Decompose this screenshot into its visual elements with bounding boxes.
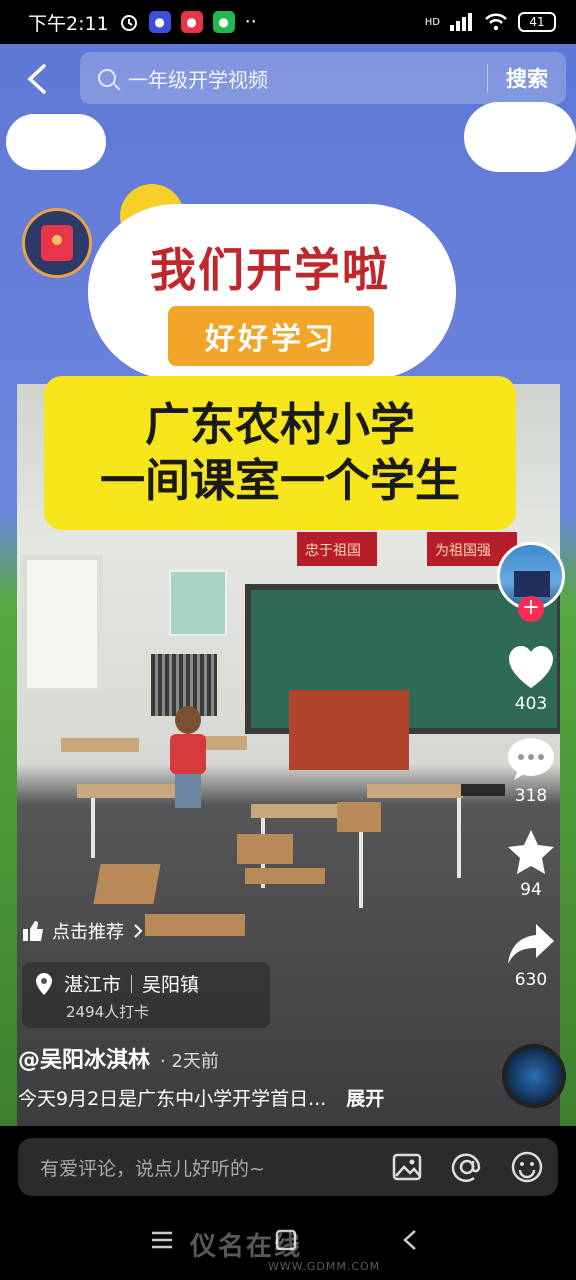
like-count: 403 xyxy=(514,694,548,714)
search-bar[interactable]: 一年级开学视频 搜索 xyxy=(80,52,566,104)
student-figure xyxy=(165,706,209,826)
comment-button[interactable]: 318 xyxy=(506,736,556,806)
search-button[interactable]: 搜索 xyxy=(488,63,566,93)
location-separator xyxy=(131,974,133,993)
caption-row: 今天9月2日是广东中小学开学首日... 展开 xyxy=(18,1084,384,1111)
cloud-decoration xyxy=(464,102,576,172)
caption-text: 今天9月2日是广东中小学开学首日... xyxy=(18,1088,327,1110)
action-rail: + 403 318 94 630 xyxy=(496,542,566,990)
share-button[interactable]: 630 xyxy=(506,922,556,990)
status-time: 下午2:11 xyxy=(28,12,109,35)
comment-placeholder: 有爱评论，说点儿好听的~ xyxy=(40,1157,265,1180)
wall-banner-left: 忠于祖国 xyxy=(297,532,377,566)
chair xyxy=(337,802,381,832)
video-player[interactable]: 一年级开学视频 搜索 我们开学啦 好好学习 忠于祖国 为祖国强 广东农村小学 一… xyxy=(0,44,576,1126)
window xyxy=(21,554,103,694)
favorite-count: 94 xyxy=(520,880,542,900)
chair xyxy=(145,914,245,936)
search-icon xyxy=(98,69,116,87)
status-bar: 下午2:11 ● ● ● ·· HD 41 xyxy=(0,0,576,44)
comment-icon xyxy=(508,738,554,780)
author-name[interactable]: @吴阳冰淇林 xyxy=(18,1042,150,1074)
mention-icon[interactable] xyxy=(450,1150,484,1184)
thumbs-up-icon xyxy=(23,921,43,941)
desk xyxy=(61,738,139,752)
chevron-right-icon xyxy=(134,924,143,938)
location-pin-icon xyxy=(36,972,52,995)
wechat-icon: ● xyxy=(212,11,235,33)
chair xyxy=(93,864,161,904)
wall-poster xyxy=(169,570,227,636)
cloud-decoration xyxy=(6,114,106,170)
desk xyxy=(367,784,463,798)
image-icon[interactable] xyxy=(390,1150,424,1184)
heart-icon xyxy=(509,646,553,688)
video-title-text: 我们开学啦 xyxy=(150,243,390,297)
chair xyxy=(237,834,293,864)
back-icon[interactable] xyxy=(22,62,52,96)
star-icon xyxy=(508,830,554,874)
watermark-url: WWW.GDMM.COM xyxy=(268,1260,381,1273)
like-button[interactable]: 403 xyxy=(506,644,556,714)
follow-button[interactable]: + xyxy=(518,596,544,622)
comment-count: 318 xyxy=(514,786,548,806)
red-envelope-icon xyxy=(41,225,73,261)
location-town: 吴阳镇 xyxy=(142,974,200,996)
desk-leg xyxy=(91,798,95,858)
menu-icon[interactable] xyxy=(150,1228,174,1252)
network-type: HD xyxy=(424,16,440,28)
comment-bar: 有爱评论，说点儿好听的~ xyxy=(0,1126,576,1208)
headline-card: 广东农村小学 一间课室一个学生 xyxy=(44,376,516,530)
expand-button[interactable]: 展开 xyxy=(346,1084,384,1111)
search-input[interactable]: 一年级开学视频 xyxy=(128,64,487,93)
desk xyxy=(77,784,177,798)
music-disc-icon[interactable] xyxy=(502,1044,566,1108)
ribbon-text: 好好学习 xyxy=(168,306,374,366)
emoji-icon[interactable] xyxy=(510,1150,544,1184)
headline-line-2: 一间课室一个学生 xyxy=(99,454,460,507)
signal-icon xyxy=(450,13,472,31)
location-tag[interactable]: 湛江市 吴阳镇 2494人打卡 xyxy=(22,962,270,1028)
share-count: 630 xyxy=(514,970,548,990)
recommend-button[interactable]: 点击推荐 xyxy=(22,912,144,950)
alarm-icon xyxy=(120,15,137,31)
share-icon xyxy=(508,924,554,964)
comment-input[interactable]: 有爱评论，说点儿好听的~ xyxy=(18,1138,558,1196)
back-nav-icon[interactable] xyxy=(400,1228,420,1252)
app-notification-icon: ● xyxy=(148,11,171,33)
author-row[interactable]: @吴阳冰淇林 · 2天前 xyxy=(18,1042,219,1074)
red-packet-button[interactable] xyxy=(22,208,92,278)
favorite-button[interactable]: 94 xyxy=(506,828,556,900)
desk-leg xyxy=(457,798,461,878)
app-notification-icon: ● xyxy=(180,11,203,33)
headline-line-1: 广东农村小学 xyxy=(144,397,415,451)
location-checkins: 2494人打卡 xyxy=(66,1003,150,1021)
battery-indicator: 41 xyxy=(518,12,556,32)
teacher-podium xyxy=(289,690,409,770)
location-city: 湛江市 xyxy=(64,974,122,996)
watermark-text: 仪名在线 xyxy=(190,1232,303,1262)
more-notifications-icon: ·· xyxy=(244,11,257,33)
chair xyxy=(245,868,325,884)
post-time: · 2天前 xyxy=(160,1051,219,1072)
wifi-icon xyxy=(485,13,507,31)
recommend-label: 点击推荐 xyxy=(52,922,124,943)
